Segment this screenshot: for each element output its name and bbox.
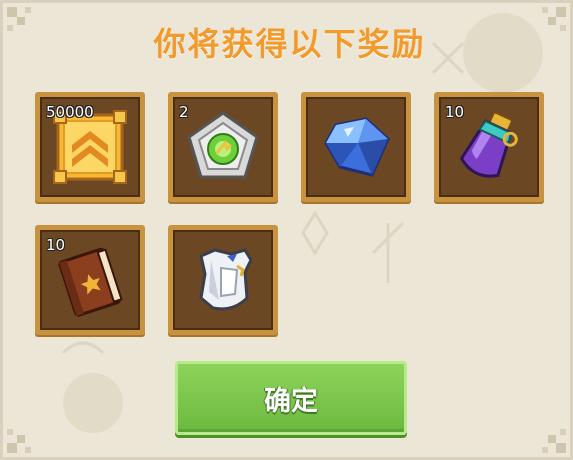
- corner-ornament-icon: [542, 429, 566, 453]
- reward-count: 10: [445, 103, 465, 121]
- reward-slot[interactable]: [301, 92, 411, 202]
- reward-slot[interactable]: 10: [434, 92, 544, 202]
- reward-count: 10: [46, 236, 66, 254]
- reward-dialog: 你将获得以下奖励 50000 2 10 10 确定: [0, 0, 573, 460]
- corner-ornament-icon: [7, 429, 31, 453]
- reward-slot[interactable]: 10: [35, 225, 145, 335]
- confirm-button[interactable]: 确定: [175, 361, 407, 435]
- reward-slot[interactable]: 2: [168, 92, 278, 202]
- reward-slot[interactable]: [168, 225, 278, 335]
- blue-crystal-icon: [324, 117, 390, 177]
- dialog-title: 你将获得以下奖励: [153, 25, 426, 63]
- reward-slot[interactable]: 50000: [35, 92, 145, 202]
- reward-count: 50000: [46, 103, 94, 121]
- reward-count: 2: [179, 103, 189, 121]
- confirm-button-label: 确定: [264, 385, 318, 417]
- white-armor-icon: [199, 248, 253, 311]
- green-pentagon-gem-icon: [187, 111, 259, 179]
